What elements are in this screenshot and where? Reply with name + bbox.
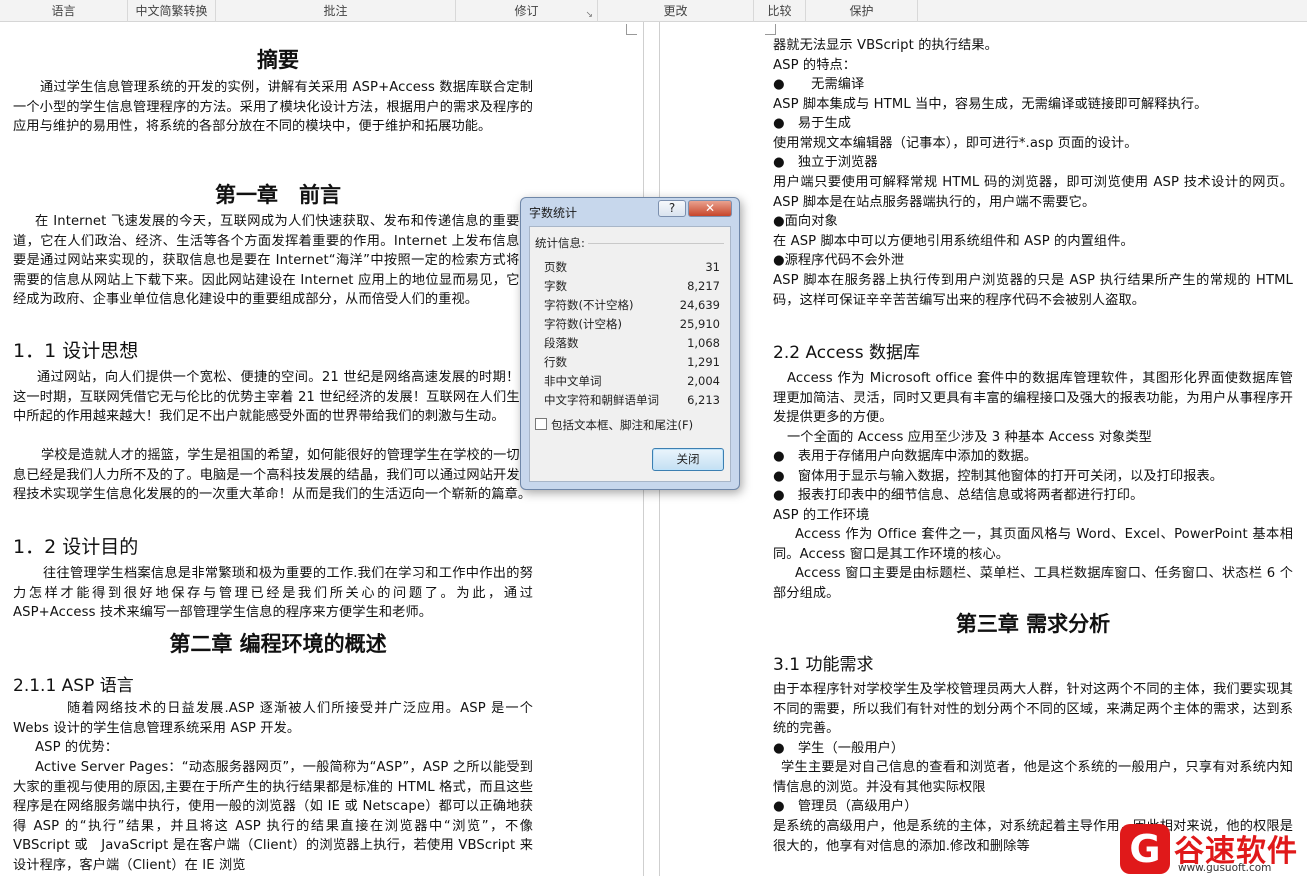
chapter1-paragraph: 在 Internet 飞速发展的今天，互联网成为人们快速获取、发布和传递信息的重… — [13, 214, 533, 307]
stat-label: 中文字符和朝鲜语单词 — [544, 393, 659, 407]
bullet-admin: ● 管理员（高级用户） — [773, 799, 918, 814]
stat-row-non-chinese-words: 非中文单词 2,004 — [544, 372, 720, 391]
stat-value: 6,213 — [687, 393, 720, 407]
bullet-source-safe: ●源程序代码不会外泄 — [773, 253, 905, 268]
stat-value: 1,068 — [687, 336, 720, 350]
watermark-url: www.gusuoft.com — [1178, 862, 1272, 874]
word-count-dialog[interactable]: 字数统计 ? ✕ 统计信息: 页数 31 字数 8,217 字符数(不计空格) 24,… — [520, 197, 740, 490]
close-icon[interactable]: ✕ — [688, 200, 732, 217]
section-2-1-1-paragraph-1: 随着网络技术的日益发展.ASP 逐渐被人们所接受并广泛应用。ASP 是一个 We… — [13, 701, 533, 736]
section-1-1-title: 1．1 设计思想 — [13, 340, 139, 362]
section-1-2-title: 1．2 设计目的 — [13, 536, 139, 558]
stat-value: 25,910 — [679, 317, 720, 331]
bullet-browser-independent-text: 用户端只要使用可解释常规 HTML 码的浏览器，即可浏览使用 ASP 技术设计的… — [773, 175, 1293, 210]
stat-label: 字符数(计空格) — [544, 317, 622, 331]
group-label: 中文简繁转换 — [135, 4, 208, 18]
stat-row-pages: 页数 31 — [544, 258, 720, 277]
access-bullet-form: ● 窗体用于显示与输入数据，控制其他窗体的打开可关闭，以及打印报表。 — [773, 469, 1224, 484]
stat-value: 8,217 — [687, 279, 720, 293]
stat-row-words: 字数 8,217 — [544, 277, 720, 296]
document-page-right[interactable]: 器就无法显示 VBScript 的执行结果。 ASP 的特点： ● 无需编译 A… — [660, 22, 1307, 876]
section-1-2-paragraph: 往往管理学生档案信息是非常繁琐和极为重要的工作.我们在学习和工作中作出的努力怎样… — [13, 566, 533, 620]
chapter1-title: 第一章 前言 — [215, 182, 341, 207]
margin-corner-mark — [626, 24, 637, 35]
abstract-title: 摘要 — [257, 47, 299, 72]
group-label: 更改 — [663, 4, 688, 18]
bullet-object-oriented-text: 在 ASP 脚本中可以方便地引用系统组件和 ASP 的内置组件。 — [773, 234, 1134, 249]
group-label: 批注 — [323, 4, 348, 18]
dialog-title: 字数统计 — [529, 206, 578, 220]
chapter2-title: 第二章 编程环境的概述 — [169, 631, 387, 656]
watermark-logo-icon: G — [1120, 824, 1170, 874]
checkbox-box[interactable] — [535, 418, 547, 430]
ribbon-group-labels: 语言 中文简繁转换 批注 修订 ↘ 更改 比较 保护 — [0, 0, 1307, 22]
bullet-browser-independent: ● 独立于浏览器 — [773, 155, 878, 170]
include-textboxes-checkbox[interactable]: 包括文本框、脚注和尾注(F) — [535, 417, 693, 433]
site-watermark: G 谷速软件 www.gusuoft.com — [1118, 822, 1307, 876]
stat-value: 1,291 — [687, 355, 720, 369]
stat-row-lines: 行数 1,291 — [544, 353, 720, 372]
checkbox-label: 包括文本框、脚注和尾注(F) — [551, 418, 694, 432]
chapter3-title: 第三章 需求分析 — [955, 611, 1111, 636]
access-bullet-report: ● 报表打印表中的细节信息、总结信息或将两者都进行打印。 — [773, 488, 1144, 503]
stat-label: 非中文单词 — [544, 374, 602, 388]
dialog-body: 统计信息: 页数 31 字数 8,217 字符数(不计空格) 24,639 字符数(计… — [529, 226, 731, 482]
bullet-student-text: 学生主要是对自己信息的查看和浏览者，他是这个系统的一般用户，只享有对系统内知情信… — [773, 760, 1293, 795]
close-button[interactable]: 关闭 — [652, 448, 724, 471]
group-label: 修订 — [514, 4, 539, 18]
stat-value: 24,639 — [679, 298, 720, 312]
statistics-divider — [588, 243, 724, 244]
section-2-2-title: 2.2 Access 数据库 — [773, 343, 921, 363]
section-3-1-paragraph: 由于本程序针对学校学生及学校管理员两大人群，针对这两个不同的主体，我们要实现其不… — [773, 682, 1293, 736]
abstract-paragraph: 通过学生信息管理系统的开发的实例，讲解有关采用 ASP+Access 数据库联合… — [13, 80, 533, 134]
section-2-2-paragraph-3: Access 作为 Office 套件之一，其页面风格与 Word、Excel、… — [773, 527, 1293, 562]
stat-label: 字数 — [544, 279, 567, 293]
stat-value: 2,004 — [687, 374, 720, 388]
access-bullet-table: ● 表用于存储用户向数据库中添加的数据。 — [773, 449, 1038, 464]
bullet-student: ● 学生（一般用户） — [773, 741, 905, 756]
stat-row-chars-no-spaces: 字符数(不计空格) 24,639 — [544, 296, 720, 315]
bullet-source-safe-text: ASP 脚本在服务器上执行传到用户浏览器的只是 ASP 执行结果所产生的常规的 … — [773, 273, 1293, 308]
stat-label: 字符数(不计空格) — [544, 298, 634, 312]
section-2-2-paragraph-2: 一个全面的 Access 应用至少涉及 3 种基本 Access 对象类型 — [787, 430, 1152, 445]
bullet-easy-generate-text: 使用常规文本编辑器（记事本），即可进行*.asp 页面的设计。 — [773, 136, 1138, 151]
ribbon-group-compare[interactable]: 比较 — [754, 0, 806, 22]
work-environment-label: ASP 的工作环境 — [773, 508, 870, 523]
help-button[interactable]: ? — [658, 200, 686, 217]
margin-corner-mark — [765, 24, 776, 35]
ribbon-group-tracking[interactable]: 修订 ↘ — [456, 0, 598, 22]
statistics-label: 统计信息: — [535, 236, 585, 250]
bullet-no-compile: ● 无需编译 — [773, 77, 865, 92]
group-label: 语言 — [51, 4, 76, 18]
paragraph-continuation: 器就无法显示 VBScript 的执行结果。 — [773, 38, 998, 53]
bullet-easy-generate: ● 易于生成 — [773, 116, 852, 131]
ribbon-group-changes[interactable]: 更改 — [598, 0, 754, 22]
stat-row-paragraphs: 段落数 1,068 — [544, 334, 720, 353]
section-2-2-paragraph-1: Access 作为 Microsoft office 套件中的数据库管理软件，其… — [773, 371, 1293, 425]
stat-label: 行数 — [544, 355, 567, 369]
section-3-1-title: 3.1 功能需求 — [773, 655, 874, 675]
section-1-1-paragraph-1: 通过网站，向人们提供一个宽松、便捷的空间。21 世纪是网络高速发展的时期！在这一… — [13, 370, 533, 424]
asp-features-label: ASP 的特点： — [773, 58, 857, 73]
section-2-1-1-paragraph-2: Active Server Pages：“动态服务器网页”，一般简称为“ASP”… — [13, 760, 533, 873]
group-label: 比较 — [767, 4, 792, 18]
stat-value: 31 — [705, 260, 720, 274]
section-1-1-paragraph-2: 学校是造就人才的摇篮，学生是祖国的希望，如何能很好的管理学生在学校的一切信息已经… — [13, 448, 533, 502]
ribbon-group-comments[interactable]: 批注 — [216, 0, 456, 22]
ribbon-group-language[interactable]: 语言 — [0, 0, 128, 22]
bullet-object-oriented: ●面向对象 — [773, 214, 838, 229]
asp-advantages-label: ASP 的优势： — [35, 740, 119, 755]
group-label: 保护 — [849, 4, 874, 18]
bullet-no-compile-text: ASP 脚本集成与 HTML 当中，容易生成，无需编译或链接即可解释执行。 — [773, 97, 1208, 112]
stat-label: 段落数 — [544, 336, 579, 350]
section-2-2-paragraph-4: Access 窗口主要是由标题栏、菜单栏、工具栏数据库窗口、任务窗口、状态栏 6… — [773, 566, 1293, 601]
ribbon-group-chinese-conversion[interactable]: 中文简繁转换 — [128, 0, 216, 22]
stat-row-chars-with-spaces: 字符数(计空格) 25,910 — [544, 315, 720, 334]
stat-row-cjk-chars: 中文字符和朝鲜语单词 6,213 — [544, 391, 720, 410]
stat-label: 页数 — [544, 260, 567, 274]
section-2-1-1-title: 2.1.1 ASP 语言 — [13, 676, 134, 696]
ribbon-group-protect[interactable]: 保护 — [806, 0, 918, 22]
